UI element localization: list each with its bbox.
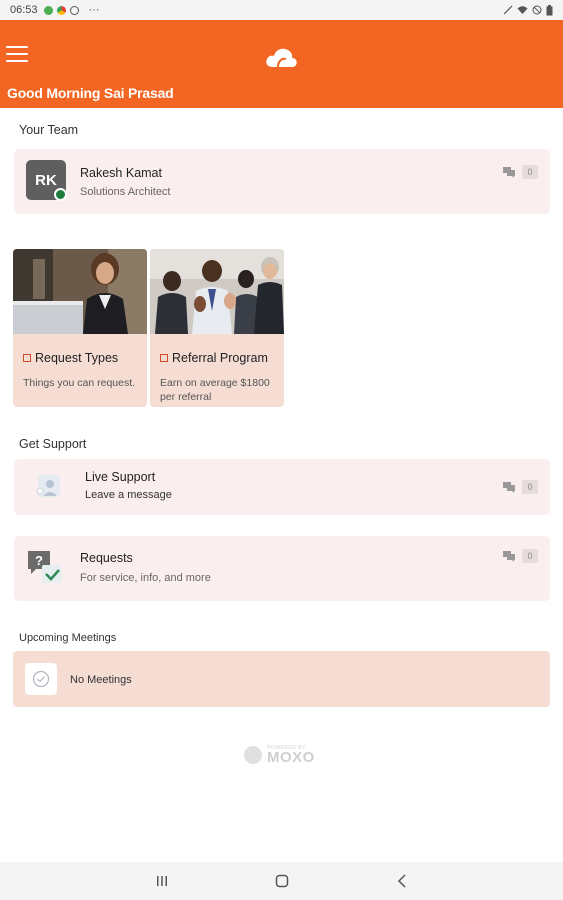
info-icon — [69, 5, 79, 15]
wifi-icon — [517, 6, 528, 14]
moxo-wordmark: MOXO — [267, 749, 315, 766]
powered-by-moxo: POWERED BY MOXO — [243, 745, 315, 765]
status-time: 06:53 — [10, 4, 38, 16]
notification-icons: ··· — [43, 4, 100, 16]
svg-text:?: ? — [35, 553, 43, 568]
more-notifications-icon: ··· — [88, 4, 100, 16]
back-icon — [397, 874, 406, 888]
live-support-icon — [36, 475, 60, 497]
meeting-check-icon-box — [25, 663, 57, 695]
member-name: Rakesh Kamat — [80, 166, 162, 180]
tile-title: Request Types — [23, 351, 118, 365]
moxo-logo-icon — [244, 746, 262, 764]
recents-button[interactable] — [152, 871, 172, 891]
tile-title-text: Request Types — [35, 351, 119, 365]
unread-count-badge: 0 — [522, 549, 538, 563]
upcoming-meetings-heading: Upcoming Meetings — [19, 632, 117, 644]
requests-icon: ? — [28, 551, 62, 583]
hamburger-line — [6, 46, 28, 48]
tile-title: Referral Program — [160, 351, 268, 365]
external-link-icon — [160, 354, 168, 362]
hamburger-line — [6, 53, 28, 55]
get-support-heading: Get Support — [19, 437, 87, 451]
chat-indicator: 0 — [503, 549, 538, 563]
hamburger-line — [6, 60, 28, 62]
no-meetings-text: No Meetings — [70, 674, 132, 686]
check-circle-icon — [32, 670, 50, 688]
back-button[interactable] — [392, 871, 412, 891]
menu-button[interactable] — [6, 46, 28, 64]
chrome-notification-icon — [56, 5, 66, 15]
online-status-indicator — [54, 188, 67, 201]
live-support-card[interactable]: Live Support Leave a message 0 — [14, 459, 550, 515]
avatar-initials: RK — [35, 171, 57, 189]
meetings-card: No Meetings — [13, 651, 550, 707]
system-nav-bar — [0, 862, 563, 900]
unread-count-badge: 0 — [522, 165, 538, 179]
home-icon — [275, 874, 288, 888]
app-notification-icon — [43, 5, 53, 15]
brand-logo — [266, 48, 297, 68]
requests-card[interactable]: ? Requests For service, info, and more 0 — [14, 536, 550, 601]
external-link-icon — [23, 354, 31, 362]
chat-bubbles-icon — [503, 550, 515, 562]
system-icons — [503, 4, 553, 16]
requests-subtitle: For service, info, and more — [80, 572, 211, 584]
referral-program-photo — [150, 249, 284, 334]
member-role: Solutions Architect — [80, 186, 171, 198]
greeting-text: Good Morning Sai Prasad — [7, 85, 174, 101]
chat-bubbles-icon — [503, 481, 515, 493]
home-button[interactable] — [272, 871, 292, 891]
dnd-icon — [532, 5, 542, 15]
tile-description: Things you can request. — [23, 377, 136, 389]
live-support-subtitle: Leave a message — [85, 489, 172, 501]
chat-indicator: 0 — [503, 480, 538, 494]
tile-description: Earn on average $1800 per referral — [160, 377, 270, 403]
battery-icon — [546, 4, 553, 15]
request-types-photo — [13, 249, 147, 334]
app-header: Good Morning Sai Prasad — [0, 20, 563, 108]
status-bar: 06:53 ··· — [0, 0, 563, 20]
your-team-heading: Your Team — [19, 123, 79, 137]
tile-title-text: Referral Program — [172, 351, 268, 365]
live-support-title: Live Support — [85, 470, 156, 484]
recents-icon — [156, 876, 167, 886]
team-member-card[interactable]: RK Rakesh Kamat Solutions Architect 0 — [14, 149, 550, 214]
chat-bubbles-icon — [503, 166, 515, 178]
requests-title: Requests — [80, 551, 133, 565]
tile-referral-program[interactable]: Referral Program Earn on average $1800 p… — [150, 249, 284, 407]
signal-off-icon — [503, 5, 513, 15]
chat-indicator: 0 — [503, 165, 538, 179]
unread-count-badge: 0 — [522, 480, 538, 494]
tile-request-types[interactable]: Request Types Things you can request. — [13, 249, 147, 407]
